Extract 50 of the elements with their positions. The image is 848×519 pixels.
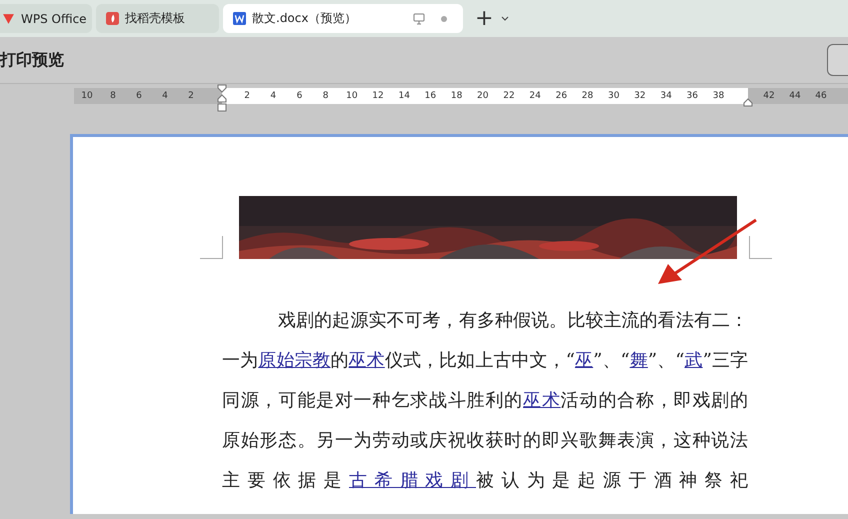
new-tab-button[interactable]: + — [475, 8, 494, 30]
indent-marker-icon[interactable] — [743, 98, 753, 107]
ruler-number: 22 — [502, 91, 516, 101]
body-paragraph: 戏剧的起源实不可考，有多种假说。比较主流的看法有二： 一为原始宗教的巫术仪式，比如上古中文，“巫”、“舞”、“武”三字 同源，可能是对一种乞求战斗胜利的巫术活动的合称，即戏剧的 原始形态。另一为劳动或庆祝收获时的即兴歌舞表演，这种说法 主要依据是 古希腊戏剧 被认为是起源于酒神祭祀 — [222, 309, 748, 493]
link[interactable]: 古希腊戏剧 — [349, 470, 476, 491]
ruler-number: 2 — [187, 91, 195, 101]
indent-marker-icon[interactable] — [217, 84, 227, 114]
ruler-number: 4 — [161, 91, 169, 101]
ruler-number: 10 — [345, 91, 359, 101]
ruler-number: 14 — [397, 91, 411, 101]
chevron-down-icon[interactable] — [501, 16, 510, 21]
monitor-icon[interactable] — [413, 12, 425, 24]
ruler-number: 20 — [476, 91, 490, 101]
document-icon — [233, 12, 246, 25]
link[interactable]: 舞 — [630, 350, 648, 371]
ruler-number: 44 — [788, 91, 802, 101]
ruler-number: 10 — [80, 91, 94, 101]
ruler-number: 24 — [528, 91, 542, 101]
ruler-number: 36 — [686, 91, 699, 101]
ruler-number: 12 — [371, 91, 385, 101]
ruler-number: 38 — [712, 91, 726, 101]
logo-icon — [2, 12, 15, 25]
link[interactable]: 原始宗教 — [258, 350, 331, 371]
link[interactable]: 巫术 — [348, 350, 385, 371]
ruler-number: 42 — [762, 91, 776, 101]
tab[interactable]: 找稻壳模板 — [96, 4, 219, 33]
crop-mark — [749, 236, 772, 259]
ruler-number: 2 — [243, 91, 251, 101]
tab[interactable]: WPS Office — [0, 4, 92, 33]
link[interactable]: 巫术 — [523, 390, 561, 411]
ruler-number: 4 — [269, 91, 278, 101]
link[interactable]: 武 — [684, 350, 703, 371]
ruler-number: 6 — [135, 91, 143, 101]
crop-mark — [200, 236, 223, 259]
ruler-number: 8 — [322, 91, 330, 101]
ruler-number: 32 — [633, 91, 647, 101]
ruler-number: 30 — [606, 91, 620, 101]
ruler-number: 8 — [109, 91, 117, 101]
ruler-number: 18 — [450, 91, 464, 101]
ruler-number: 16 — [424, 91, 438, 101]
ruler-number: 46 — [814, 91, 828, 101]
tab[interactable]: 散文.docx（预览） — [223, 4, 463, 33]
link[interactable]: 巫 — [574, 350, 594, 371]
ruler-number: 6 — [296, 91, 304, 101]
toolbar-button[interactable] — [827, 44, 848, 76]
dot-icon — [441, 16, 447, 22]
ruler-number: 34 — [659, 91, 673, 101]
ruler-number: 26 — [554, 91, 568, 101]
logo-icon — [106, 12, 119, 25]
ruler-number: 28 — [580, 91, 594, 101]
